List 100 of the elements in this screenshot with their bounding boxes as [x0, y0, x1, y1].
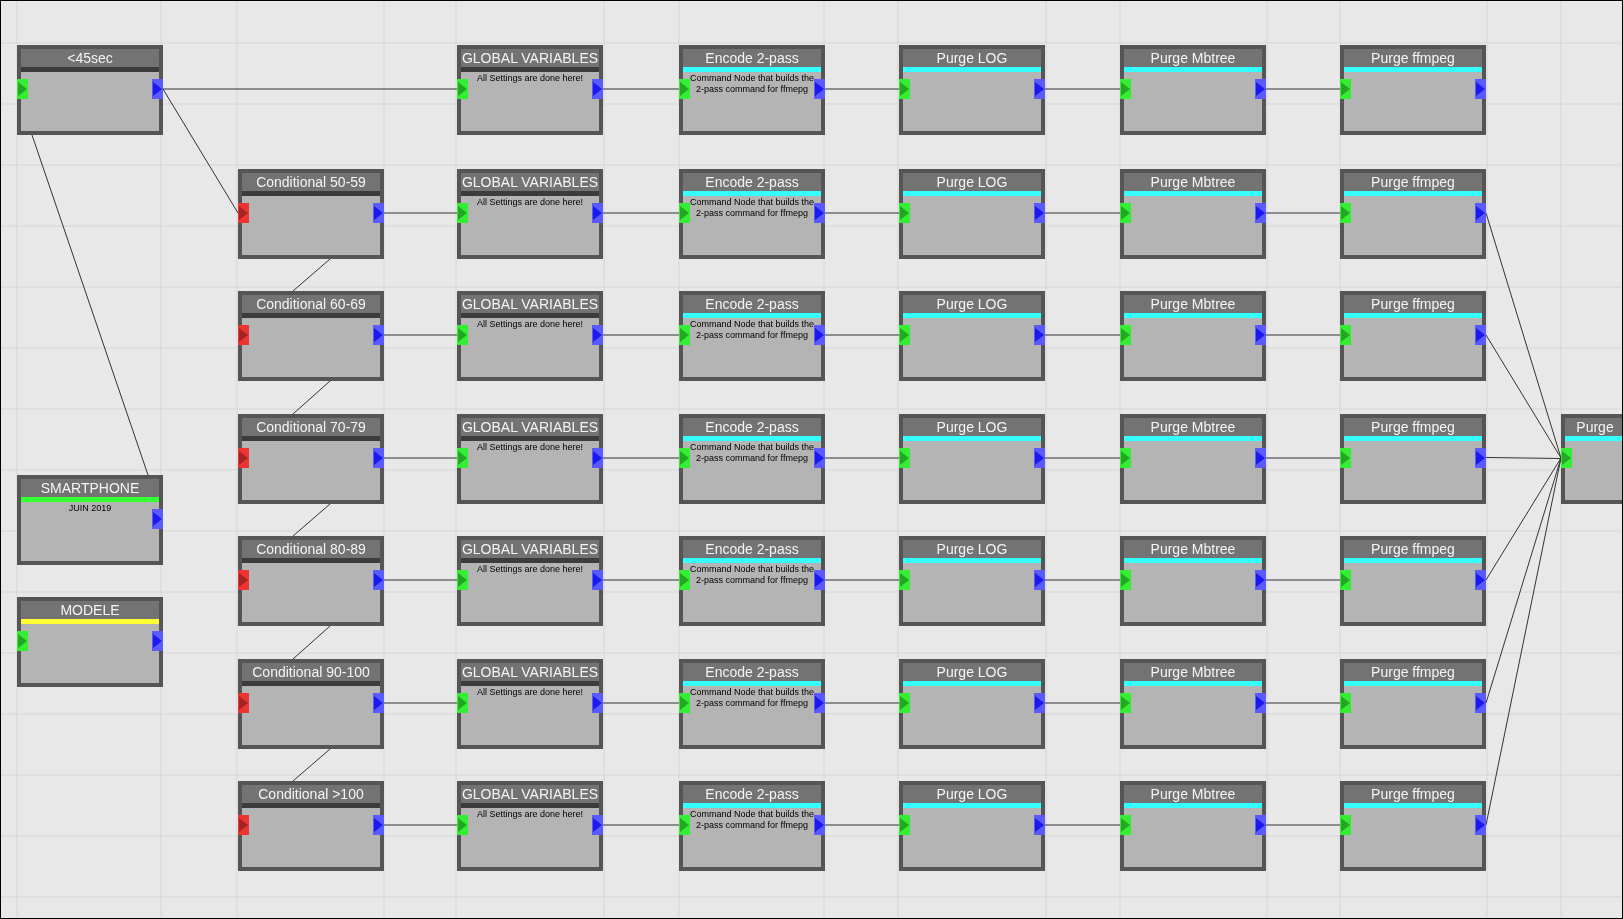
output-port[interactable]	[1255, 570, 1266, 590]
node-card[interactable]: Purge LOG	[899, 781, 1045, 871]
output-port[interactable]	[814, 325, 825, 345]
output-port[interactable]	[1034, 815, 1045, 835]
node-card[interactable]: GLOBAL VARIABLES All Settings are done here!	[457, 414, 603, 504]
node-card[interactable]: Purge ffmpeg	[1340, 169, 1486, 259]
input-port[interactable]	[899, 448, 910, 468]
input-port[interactable]	[1120, 203, 1131, 223]
node-card[interactable]: Conditional 80-89	[238, 536, 384, 626]
input-port[interactable]	[457, 815, 468, 835]
node-card[interactable]: Purge Mbtree	[1120, 291, 1266, 381]
input-port[interactable]	[238, 448, 249, 468]
input-port[interactable]	[1120, 570, 1131, 590]
input-port[interactable]	[457, 570, 468, 590]
node-card[interactable]: Purge LOG	[899, 291, 1045, 381]
node-card[interactable]: Encode 2-pass Command Node that builds the 2-pass command for ffmepg	[679, 536, 825, 626]
input-port[interactable]	[1340, 570, 1351, 590]
input-port[interactable]	[1120, 693, 1131, 713]
input-port[interactable]	[238, 815, 249, 835]
input-port[interactable]	[457, 693, 468, 713]
input-port[interactable]	[238, 693, 249, 713]
input-port[interactable]	[1340, 448, 1351, 468]
node-card[interactable]: Conditional 90-100	[238, 659, 384, 749]
node-card[interactable]: Purge LOG	[899, 659, 1045, 749]
input-port[interactable]	[679, 693, 690, 713]
output-port[interactable]	[152, 79, 163, 99]
node-card[interactable]: Purge ffmpeg	[1340, 781, 1486, 871]
output-port[interactable]	[1475, 693, 1486, 713]
input-port[interactable]	[679, 325, 690, 345]
input-port[interactable]	[238, 203, 249, 223]
output-port[interactable]	[814, 693, 825, 713]
output-port[interactable]	[373, 448, 384, 468]
output-port[interactable]	[592, 203, 603, 223]
output-port[interactable]	[1255, 79, 1266, 99]
output-port[interactable]	[592, 325, 603, 345]
node-card[interactable]: Encode 2-pass Command Node that builds the 2-pass command for ffmepg	[679, 781, 825, 871]
input-port[interactable]	[679, 570, 690, 590]
node-card[interactable]: Conditional 70-79	[238, 414, 384, 504]
node-card[interactable]: Purge ffmpeg	[1340, 45, 1486, 135]
output-port[interactable]	[1255, 815, 1266, 835]
input-port[interactable]	[899, 79, 910, 99]
input-port[interactable]	[457, 325, 468, 345]
node-card[interactable]: GLOBAL VARIABLES All Settings are done here!	[457, 536, 603, 626]
input-port[interactable]	[899, 203, 910, 223]
input-port[interactable]	[899, 570, 910, 590]
output-port[interactable]	[1255, 203, 1266, 223]
node-card[interactable]: Conditional 60-69	[238, 291, 384, 381]
node-card[interactable]: Purge ffmpeg	[1340, 291, 1486, 381]
node-card[interactable]: Encode 2-pass Command Node that builds the 2-pass command for ffmepg	[679, 414, 825, 504]
output-port[interactable]	[1034, 325, 1045, 345]
output-port[interactable]	[1475, 203, 1486, 223]
node-card[interactable]: GLOBAL VARIABLES All Settings are done here!	[457, 291, 603, 381]
output-port[interactable]	[152, 631, 163, 651]
input-port[interactable]	[899, 815, 910, 835]
output-port[interactable]	[1475, 570, 1486, 590]
node-card[interactable]: Purge LOG	[899, 45, 1045, 135]
output-port[interactable]	[373, 693, 384, 713]
node-card[interactable]: MODELE	[17, 597, 163, 687]
input-port[interactable]	[1340, 693, 1351, 713]
input-port[interactable]	[17, 79, 28, 99]
input-port[interactable]	[238, 325, 249, 345]
output-port[interactable]	[373, 815, 384, 835]
input-port[interactable]	[1561, 448, 1572, 468]
input-port[interactable]	[679, 815, 690, 835]
output-port[interactable]	[592, 693, 603, 713]
output-port[interactable]	[1034, 693, 1045, 713]
output-port[interactable]	[1034, 79, 1045, 99]
node-card[interactable]: Purge LOG	[899, 414, 1045, 504]
output-port[interactable]	[592, 448, 603, 468]
input-port[interactable]	[1120, 448, 1131, 468]
node-card[interactable]: Purge Mbtree	[1120, 781, 1266, 871]
node-card[interactable]: Purge Mbtree	[1120, 169, 1266, 259]
input-port[interactable]	[679, 448, 690, 468]
output-port[interactable]	[1255, 693, 1266, 713]
output-port[interactable]	[373, 570, 384, 590]
output-port[interactable]	[814, 570, 825, 590]
input-port[interactable]	[679, 203, 690, 223]
node-card[interactable]: Encode 2-pass Command Node that builds the 2-pass command for ffmepg	[679, 169, 825, 259]
output-port[interactable]	[592, 79, 603, 99]
node-card[interactable]: Purge Mbtree	[1120, 536, 1266, 626]
node-card[interactable]: GLOBAL VARIABLES All Settings are done here!	[457, 781, 603, 871]
output-port[interactable]	[1255, 325, 1266, 345]
output-port[interactable]	[1034, 203, 1045, 223]
output-port[interactable]	[592, 815, 603, 835]
input-port[interactable]	[457, 79, 468, 99]
output-port[interactable]	[1475, 815, 1486, 835]
output-port[interactable]	[1034, 570, 1045, 590]
output-port[interactable]	[1034, 448, 1045, 468]
node-card[interactable]: Conditional 50-59	[238, 169, 384, 259]
output-port[interactable]	[1475, 79, 1486, 99]
input-port[interactable]	[899, 325, 910, 345]
node-card[interactable]: Purge Mbtree	[1120, 414, 1266, 504]
node-card[interactable]: Purge Mbtree	[1120, 659, 1266, 749]
node-card[interactable]: Purge LOG	[899, 169, 1045, 259]
input-port[interactable]	[1340, 203, 1351, 223]
output-port[interactable]	[1475, 325, 1486, 345]
node-card[interactable]: SMARTPHONE JUIN 2019	[17, 475, 163, 565]
node-card[interactable]: Purge ffmpeg	[1340, 414, 1486, 504]
input-port[interactable]	[17, 631, 28, 651]
node-card[interactable]: Purge ffmpeg	[1340, 536, 1486, 626]
